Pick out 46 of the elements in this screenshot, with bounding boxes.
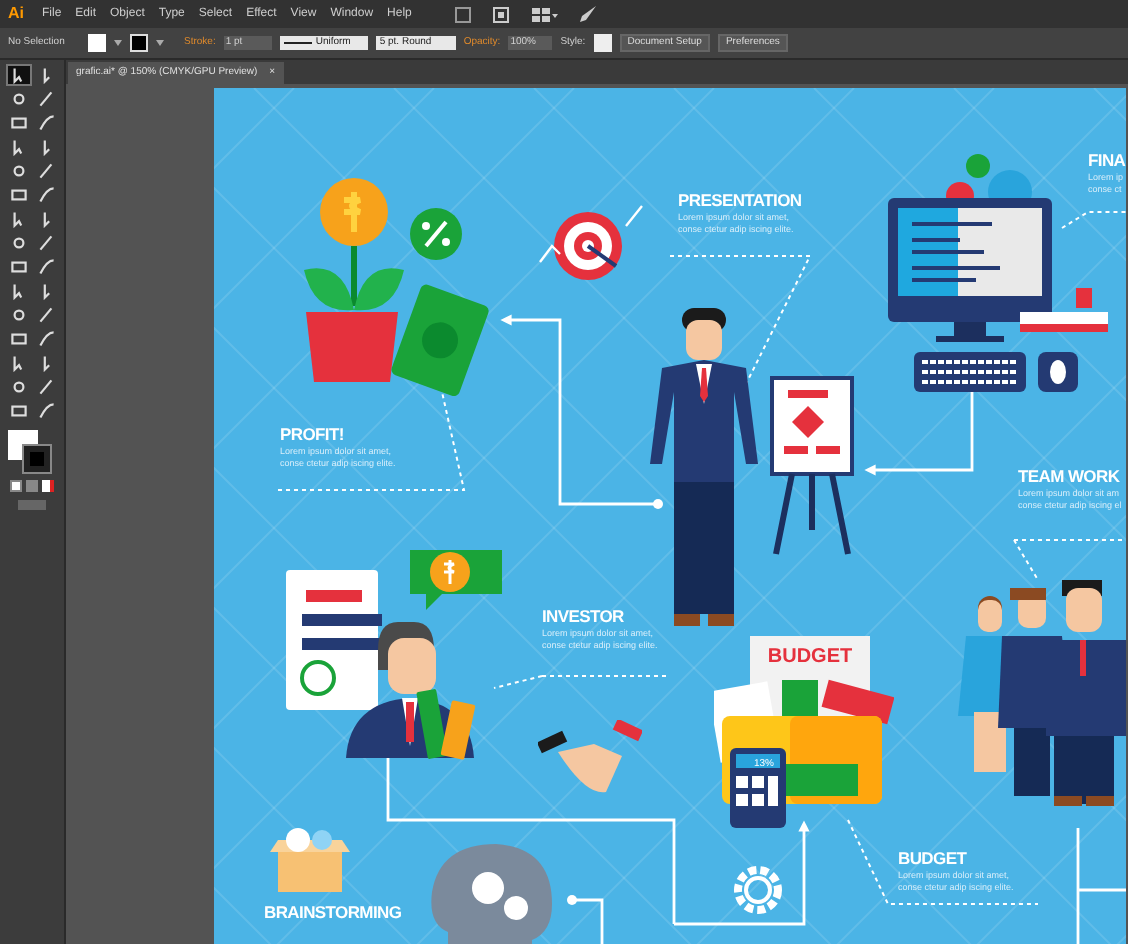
fill-swatch[interactable] [88, 34, 106, 52]
stock-icon[interactable] [491, 5, 510, 23]
section-title: FINA [1088, 150, 1126, 172]
caret-icon[interactable] [156, 40, 164, 46]
stroke-color-swatch[interactable] [24, 446, 50, 472]
rocket-icon[interactable] [577, 4, 598, 24]
bridge-icon[interactable] [453, 5, 472, 23]
tool-icon[interactable] [35, 90, 57, 108]
tool-icon[interactable] [7, 402, 29, 420]
tool-icon[interactable] [7, 330, 29, 348]
section-title: BUDGET [898, 848, 969, 870]
section-title: BRAINSTORMING [264, 902, 402, 924]
leader-line [1013, 539, 1126, 581]
connector-line [1076, 826, 1126, 944]
no-color-icon[interactable] [42, 480, 54, 492]
workspace-icon[interactable] [529, 5, 558, 23]
tool-icon[interactable] [35, 114, 57, 132]
tool-icon[interactable] [7, 186, 29, 204]
stroke-swatch[interactable] [130, 34, 148, 52]
tool-icon[interactable] [35, 330, 57, 348]
stroke-preview-icon [283, 40, 312, 46]
tool-icon[interactable] [7, 258, 29, 276]
box-gears-drawing [270, 824, 350, 896]
tool-icon[interactable] [7, 114, 29, 132]
speech-bubble-dollar-icon [406, 546, 506, 614]
head-gears-drawing [428, 840, 556, 944]
budget-heading: BUDGET [767, 646, 853, 668]
caret-icon[interactable] [114, 40, 122, 46]
tool-icon[interactable] [35, 162, 57, 180]
section-title: PRESENTATION [678, 190, 802, 212]
leader-line [1061, 211, 1126, 229]
gear-icon [732, 864, 784, 916]
tool-icon[interactable] [7, 66, 29, 84]
color-mode-icon[interactable] [10, 480, 22, 492]
app-logo: Ai [8, 2, 24, 26]
section-title: INVESTOR [542, 606, 626, 628]
section-title: TEAM WORK [1018, 466, 1122, 488]
tool-icon[interactable] [35, 258, 57, 276]
style-swatch[interactable] [593, 34, 612, 52]
tool-icon[interactable] [35, 378, 57, 396]
tool-icon[interactable] [35, 306, 57, 324]
tool-icon[interactable] [35, 234, 57, 252]
section-title: PROFIT! [280, 424, 346, 446]
tool-icon[interactable] [35, 402, 57, 420]
tool-icon[interactable] [35, 186, 57, 204]
connector-line [567, 895, 604, 944]
